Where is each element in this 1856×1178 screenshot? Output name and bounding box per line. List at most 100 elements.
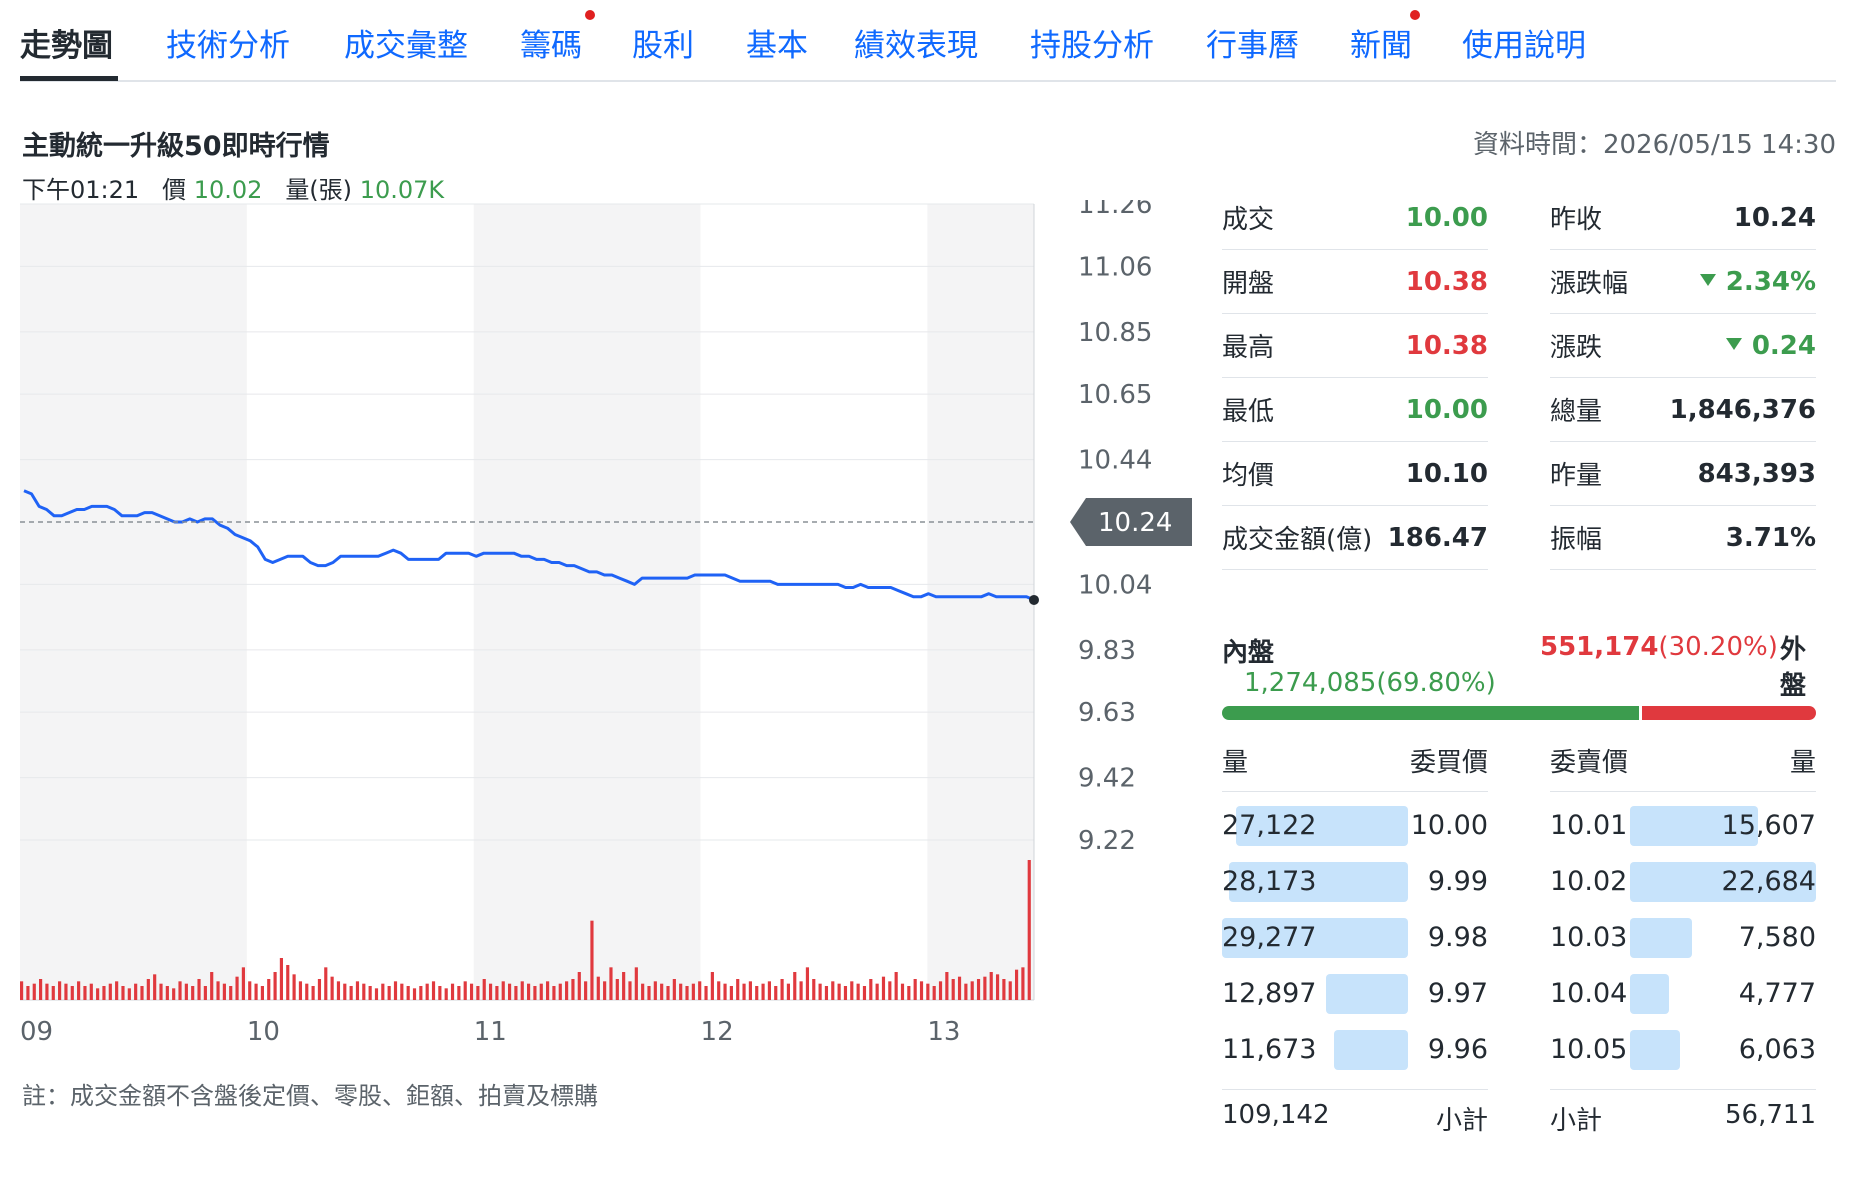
bid-price: 10.00	[1410, 810, 1488, 841]
tab-basic[interactable]: 基本	[746, 20, 808, 65]
outer-pct: (30.20%)	[1658, 632, 1778, 662]
volume-bar	[172, 988, 176, 1000]
volume-bar	[951, 979, 955, 1000]
volume-bar	[590, 920, 594, 1000]
volume-bar	[317, 979, 322, 1000]
volume-bar	[349, 986, 353, 1000]
bid-total: 109,142	[1222, 1100, 1330, 1130]
volume-bar	[596, 976, 600, 1000]
tab-trend[interactable]: 走勢圖	[20, 20, 113, 65]
volume-bar	[159, 983, 163, 1000]
y-tick-label: 10.65	[1078, 380, 1152, 410]
volume-bar	[558, 983, 562, 1000]
stat-row: 昨收 10.24	[1550, 186, 1816, 250]
tab-holdings[interactable]: 持股分析	[1030, 20, 1154, 65]
volume-bar	[1014, 969, 1019, 1000]
volume-bar	[32, 983, 36, 1000]
volume-bar	[907, 986, 911, 1000]
volume-bar	[26, 986, 30, 1000]
volume-bar	[653, 981, 657, 1000]
volume-bar	[45, 983, 49, 1000]
volume-bar	[216, 981, 220, 1000]
ask-price: 10.03	[1550, 922, 1628, 953]
volume-bar	[615, 979, 619, 1000]
stat-label: 昨量	[1550, 461, 1603, 491]
stat-value-text: 3.71%	[1725, 522, 1816, 553]
ask-qty: 7,580	[1738, 922, 1816, 953]
intraday-chart[interactable]: 11.26 11.06 10.85 10.65 10.44 10.04 9.83 9.63 9.…	[0, 200, 1200, 1060]
volume-bar	[178, 981, 182, 1000]
volume-bar	[501, 981, 505, 1000]
volume-bar	[641, 983, 645, 1000]
stat-value: 10.38	[1405, 330, 1488, 361]
outer-label: 外盤	[1780, 635, 1807, 701]
volume-bar	[387, 986, 391, 1000]
volume-bar	[552, 986, 556, 1000]
tab-technical[interactable]: 技術分析	[166, 20, 290, 65]
bid-divider	[1222, 1089, 1488, 1090]
volume-bar	[945, 972, 949, 1000]
volume-bar	[628, 981, 632, 1000]
reference-price-label: 10.24	[1098, 508, 1172, 538]
stat-label: 成交金額(億)	[1222, 525, 1373, 555]
volume-bar	[1021, 967, 1025, 1000]
volume-bar	[292, 974, 296, 1000]
volume-bar	[286, 965, 290, 1000]
volume-bar	[381, 983, 385, 1000]
stat-row: 成交金額(億) 186.47	[1222, 506, 1488, 570]
volume-bar	[812, 979, 816, 1000]
stat-value: 1,846,376	[1670, 395, 1816, 425]
volume-bar	[400, 983, 404, 1000]
volume-bar	[507, 983, 512, 1000]
tab-news-dot	[1410, 10, 1420, 20]
hour-band	[927, 204, 1034, 1000]
volume-bar	[634, 967, 638, 1000]
ask-price-header: 委賣價	[1550, 748, 1629, 778]
down-arrow-icon	[1699, 274, 1716, 286]
volume-bar	[748, 981, 752, 1000]
tab-performance[interactable]: 績效表現	[854, 20, 978, 65]
tab-active-indicator	[20, 76, 118, 81]
bid-qty: 11,673	[1222, 1034, 1317, 1065]
stat-label: 成交	[1222, 205, 1275, 235]
bid-price: 9.98	[1427, 922, 1488, 953]
volume-bar	[799, 981, 803, 1000]
tab-help[interactable]: 使用說明	[1462, 20, 1586, 65]
volume-bar	[102, 986, 106, 1000]
x-tick-label: 10	[247, 1017, 280, 1047]
stat-value: 0.24	[1725, 331, 1816, 361]
y-tick-label: 10.85	[1078, 318, 1152, 348]
volume-bar	[355, 981, 360, 1000]
ask-price: 10.04	[1550, 978, 1628, 1009]
volume-bar	[260, 986, 264, 1000]
bid-qty: 12,897	[1222, 978, 1317, 1009]
volume-bar	[761, 983, 765, 1000]
x-tick-label: 13	[927, 1017, 960, 1047]
stat-value-text: 1,846,376	[1669, 394, 1816, 425]
volume-bar	[546, 981, 550, 1000]
tab-chips[interactable]: 籌碼	[520, 20, 582, 65]
tab-calendar[interactable]: 行事曆	[1206, 20, 1299, 65]
ask-qty: 15,607	[1721, 810, 1816, 841]
volume-bar	[64, 983, 68, 1000]
volume-bar	[793, 972, 797, 1000]
volume-bar	[476, 986, 480, 1000]
tab-trades[interactable]: 成交彙整	[344, 20, 468, 65]
x-tick-label: 09	[20, 1017, 53, 1047]
tab-dividend[interactable]: 股利	[632, 20, 694, 65]
ask-price: 10.05	[1550, 1034, 1628, 1065]
tab-bar: 走勢圖 技術分析 成交彙整 籌碼 股利 基本 績效表現 持股分析 行事曆 新聞 …	[20, 0, 1836, 82]
volume-bar	[324, 967, 328, 1000]
tab-news[interactable]: 新聞	[1350, 20, 1412, 65]
stat-label: 最高	[1222, 333, 1275, 363]
bid-qty: 28,173	[1222, 866, 1317, 897]
volume-bar	[210, 972, 214, 1000]
outer-volume: 551,174(30.20%)	[1540, 632, 1778, 662]
volume-bar	[577, 972, 581, 1000]
volume-bar	[704, 986, 708, 1000]
y-tick-label: 11.26	[1078, 200, 1152, 220]
bid-row: 12,897 9.97	[1222, 972, 1488, 1016]
volume-bar	[767, 981, 771, 1000]
stat-value: 186.47	[1387, 522, 1488, 553]
volume-bar	[622, 972, 626, 1000]
